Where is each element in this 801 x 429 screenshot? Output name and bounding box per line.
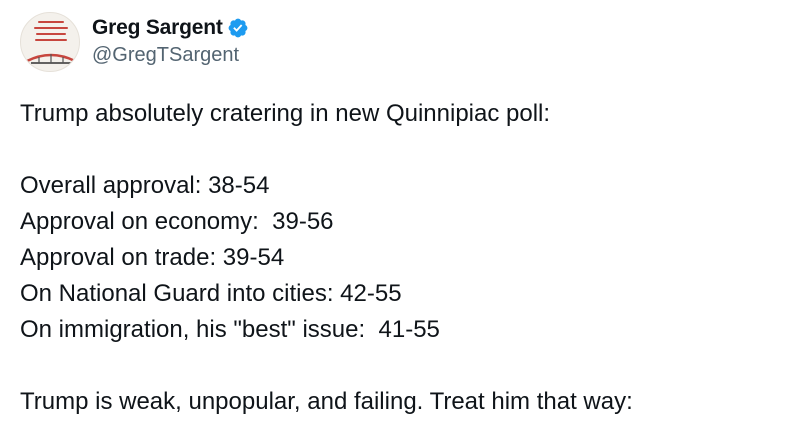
tweet-line: Approval on economy: 39-56 — [20, 208, 334, 235]
tweet-line: Overall approval: 38-54 — [20, 172, 270, 199]
tweet-card: Greg Sargent @GregTSargent Trump absolut… — [0, 0, 801, 429]
tweet-line: On National Guard into cities: 42-55 — [20, 280, 402, 307]
author-names: Greg Sargent @GregTSargent — [92, 14, 249, 67]
avatar[interactable] — [20, 12, 80, 72]
tweet-text: Trump absolutely cratering in new Quinni… — [20, 96, 780, 420]
author-handle[interactable]: @GregTSargent — [92, 44, 249, 67]
display-name[interactable]: Greg Sargent — [92, 16, 223, 40]
avatar-bridge-graphic — [26, 53, 76, 64]
tweet-line: Trump is weak, unpopular, and failing. T… — [20, 388, 633, 415]
tweet-line: Approval on trade: 39-54 — [20, 244, 285, 271]
tweet-line: On immigration, his "best" issue: 41-55 — [20, 316, 440, 343]
tweet-header: Greg Sargent @GregTSargent — [20, 12, 249, 72]
verified-badge-icon — [228, 18, 248, 38]
display-name-row: Greg Sargent — [92, 14, 249, 42]
tweet-line: Trump absolutely cratering in new Quinni… — [20, 100, 551, 127]
avatar-book-cover-text — [33, 21, 69, 45]
